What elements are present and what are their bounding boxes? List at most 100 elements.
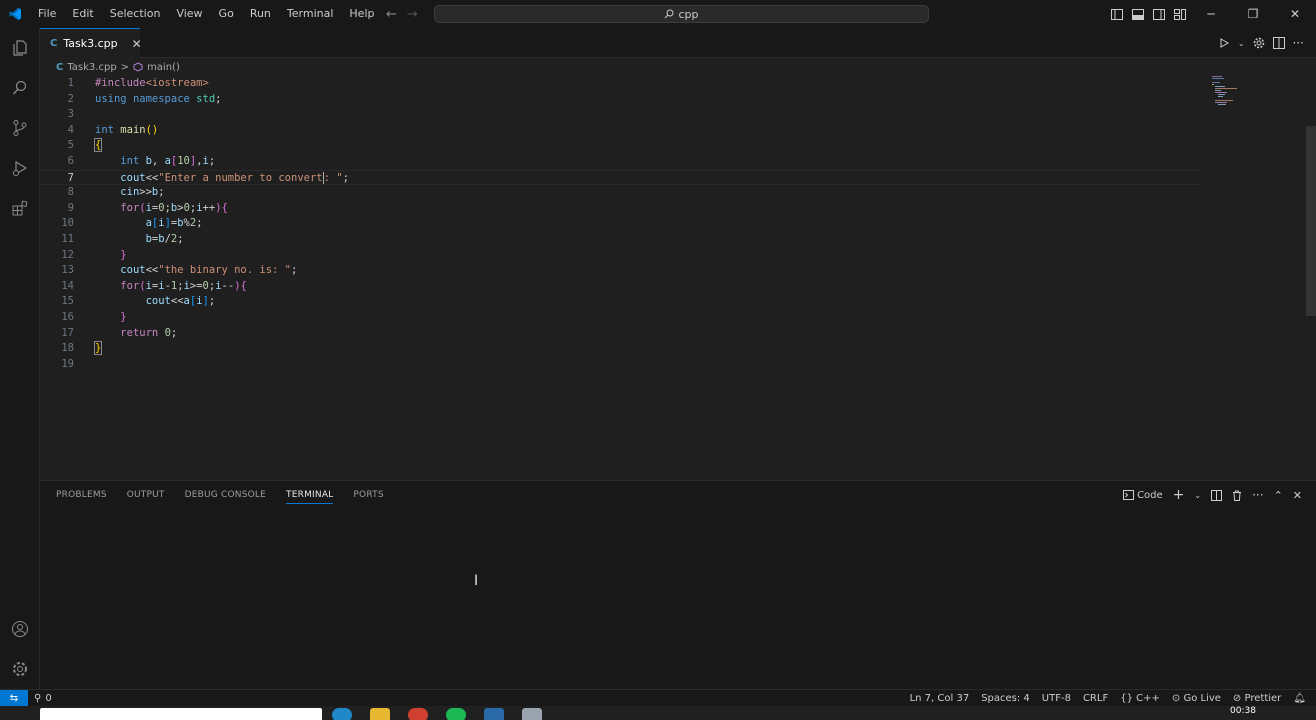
app-icon[interactable]: [522, 708, 542, 720]
code-line: 17 return 0;: [40, 326, 1200, 342]
forward-arrow-icon[interactable]: →: [407, 7, 418, 22]
line-number: 15: [61, 295, 74, 308]
menu-help[interactable]: Help: [341, 0, 382, 28]
symbol-method-icon: [133, 62, 143, 72]
back-arrow-icon[interactable]: ←: [386, 7, 397, 22]
more-actions-icon[interactable]: ···: [1252, 488, 1263, 502]
new-terminal-icon[interactable]: +: [1173, 487, 1185, 503]
toggle-secondary-sidebar-icon[interactable]: [1148, 0, 1169, 28]
menu-view[interactable]: View: [168, 0, 210, 28]
code-line: 5{: [40, 138, 1200, 154]
cursor-position[interactable]: Ln 7, Col 37: [910, 693, 970, 704]
maximize-panel-icon[interactable]: ⌃: [1274, 489, 1283, 502]
code-text: for(i=i-1;i>=0;i--){: [120, 279, 247, 292]
prettier-label: Prettier: [1244, 693, 1282, 704]
tab-problems[interactable]: PROBLEMS: [56, 490, 107, 500]
command-center-search[interactable]: cpp: [434, 5, 929, 23]
menu-go[interactable]: Go: [211, 0, 242, 28]
customize-layout-icon[interactable]: [1169, 0, 1190, 28]
code-line: 19: [40, 357, 1200, 373]
file-explorer-icon[interactable]: [370, 708, 390, 720]
breadcrumb-symbol[interactable]: main(): [147, 62, 180, 73]
menu-file[interactable]: File: [30, 0, 64, 28]
explorer-icon[interactable]: [0, 28, 40, 68]
encoding[interactable]: UTF-8: [1042, 693, 1071, 704]
vscode-taskbar-icon[interactable]: [484, 708, 504, 720]
line-number: 17: [61, 326, 74, 339]
line-number: 7: [67, 171, 74, 184]
tab-terminal[interactable]: TERMINAL: [286, 490, 334, 504]
vertical-scrollbar[interactable]: [1306, 126, 1316, 316]
code-text: }: [120, 248, 127, 261]
clock-time[interactable]: 00:38: [1230, 706, 1256, 716]
menu-terminal[interactable]: Terminal: [279, 0, 342, 28]
minimize-button[interactable]: ─: [1190, 0, 1232, 28]
terminal-icon: [1123, 490, 1135, 500]
manage-gear-icon[interactable]: [0, 649, 40, 689]
command-center-text: cpp: [678, 7, 699, 21]
search-icon[interactable]: [0, 68, 40, 108]
source-control-icon[interactable]: [0, 108, 40, 148]
menu-edit[interactable]: Edit: [64, 0, 101, 28]
close-panel-icon[interactable]: ✕: [1293, 489, 1302, 502]
split-editor-icon[interactable]: [1272, 37, 1285, 49]
line-number: 11: [61, 233, 74, 245]
kill-terminal-trash-icon[interactable]: [1232, 490, 1242, 501]
code-line: 1 #include<iostream>: [40, 76, 1200, 92]
terminal-name: Code: [1137, 489, 1163, 501]
settings-gear-icon[interactable]: [1253, 37, 1265, 49]
code-text: using namespace std;: [95, 92, 222, 105]
run-debug-icon[interactable]: [0, 148, 40, 188]
restore-button[interactable]: ❐: [1232, 0, 1274, 28]
go-live[interactable]: ⊙ Go Live: [1172, 693, 1221, 704]
line-number: 9: [67, 201, 74, 214]
breadcrumb-file[interactable]: Task3.cpp: [67, 62, 116, 73]
extensions-icon[interactable]: [0, 188, 40, 228]
indentation[interactable]: Spaces: 4: [981, 693, 1030, 704]
run-icon[interactable]: [1218, 37, 1230, 49]
toggle-panel-icon[interactable]: [1127, 0, 1148, 28]
menu-bar: File Edit Selection View Go Run Terminal…: [30, 0, 382, 28]
remote-indicator-icon[interactable]: ⇆: [0, 690, 28, 707]
cpp-file-icon: C: [50, 38, 58, 49]
edge-icon[interactable]: [332, 708, 352, 720]
search-icon: [665, 9, 674, 19]
code-text: return 0;: [120, 326, 178, 339]
toggle-sidebar-icon[interactable]: [1106, 0, 1127, 28]
menu-run[interactable]: Run: [242, 0, 279, 28]
line-number: 8: [67, 186, 74, 199]
chrome-icon[interactable]: [408, 708, 428, 720]
tab-task3-cpp[interactable]: C Task3.cpp ✕: [40, 28, 142, 58]
prettier[interactable]: ⊘ Prettier: [1233, 693, 1281, 704]
terminal-dropdown-icon[interactable]: ⌄: [1194, 491, 1201, 500]
close-window-button[interactable]: ✕: [1274, 0, 1316, 28]
minimap[interactable]: [1212, 76, 1252, 106]
spotify-icon[interactable]: [446, 708, 466, 720]
code-line: 8 cin>>b;: [40, 185, 1200, 201]
terminal-instance[interactable]: Code: [1123, 490, 1163, 501]
tab-ports[interactable]: PORTS: [353, 490, 383, 500]
accounts-icon[interactable]: [0, 609, 40, 649]
cpp-file-icon: C: [56, 61, 64, 73]
code-text: a[i]=b%2;: [145, 217, 203, 230]
notifications-bell-icon[interactable]: 🔔︎: [1293, 693, 1306, 704]
ports-forward-icon[interactable]: ⚲: [34, 693, 41, 704]
braces-icon: {}: [1120, 693, 1133, 704]
line-number: 4: [67, 123, 74, 136]
code-editor[interactable]: 1 #include<iostream> 2 using namespace std…: [40, 76, 1316, 480]
more-actions-icon[interactable]: ···: [1293, 36, 1304, 50]
code-line: 12 }: [40, 248, 1200, 264]
taskbar-search-box[interactable]: [40, 708, 322, 720]
vscode-logo-icon: [0, 0, 30, 28]
breadcrumb: C Task3.cpp > main(): [56, 58, 180, 76]
line-number: 14: [61, 279, 74, 292]
split-terminal-icon[interactable]: [1211, 489, 1223, 501]
language-mode[interactable]: {} C++: [1120, 693, 1160, 704]
run-dropdown-icon[interactable]: ⌄: [1238, 39, 1245, 48]
close-tab-icon[interactable]: ✕: [132, 37, 142, 51]
tab-output[interactable]: OUTPUT: [127, 490, 165, 500]
menu-selection[interactable]: Selection: [102, 0, 169, 28]
tab-debug-console[interactable]: DEBUG CONSOLE: [185, 490, 266, 500]
end-of-line[interactable]: CRLF: [1083, 693, 1108, 704]
problems-count[interactable]: 0: [45, 693, 51, 704]
